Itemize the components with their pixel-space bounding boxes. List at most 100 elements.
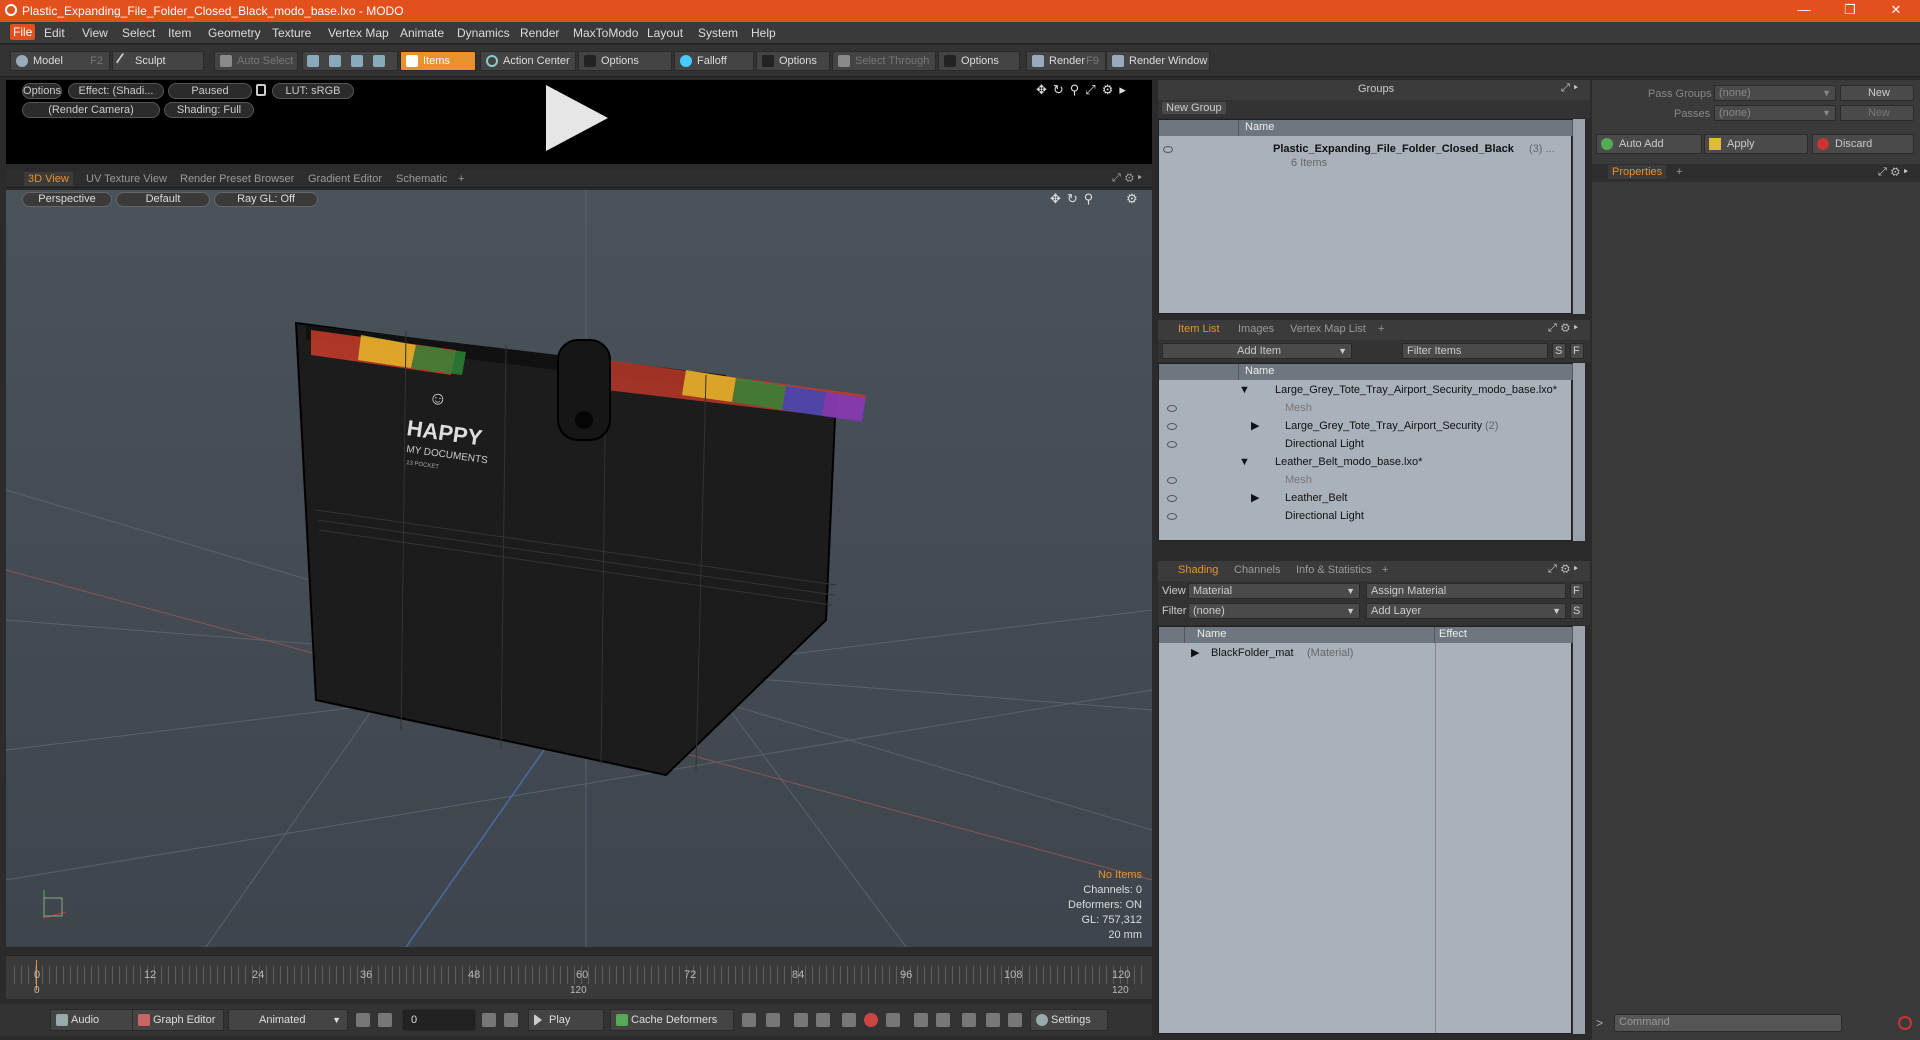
- menu-layout[interactable]: Layout: [647, 26, 683, 40]
- prev-frame-icon[interactable]: [378, 1013, 392, 1027]
- tab-schematic[interactable]: Schematic: [392, 172, 451, 186]
- close-icon[interactable]: ✕: [1876, 2, 1916, 20]
- tab-vertex-map-list[interactable]: Vertex Map List: [1286, 322, 1370, 336]
- tab-shading[interactable]: Shading: [1174, 563, 1223, 577]
- tab-images[interactable]: Images: [1234, 322, 1278, 336]
- chevron-right-icon[interactable]: ▶: [1191, 644, 1199, 662]
- settings-button[interactable]: Settings: [1030, 1009, 1108, 1031]
- camera-dropdown[interactable]: (Render Camera): [22, 102, 160, 118]
- add-tab-button[interactable]: +: [1672, 165, 1686, 179]
- add-item-dropdown[interactable]: Add Item ▼: [1162, 343, 1352, 359]
- item-row-tote[interactable]: ▶ Large_Grey_Tote_Tray_Airport_Security (2…: [1159, 417, 1571, 435]
- menu-maxtomodo[interactable]: MaxToModo: [573, 26, 638, 40]
- model-mode-button[interactable]: Model F2: [10, 51, 110, 71]
- item-row-light2[interactable]: Directional Light: [1159, 507, 1571, 525]
- play-icon[interactable]: [546, 85, 608, 151]
- preview-options-button[interactable]: Options: [22, 83, 62, 99]
- add-tab-button[interactable]: +: [454, 172, 468, 186]
- auto-key-icon[interactable]: [766, 1013, 780, 1027]
- edges-icon[interactable]: [329, 55, 341, 67]
- menu-help[interactable]: Help: [751, 26, 776, 40]
- eye-icon[interactable]: [1167, 423, 1177, 430]
- lock-icon[interactable]: [256, 84, 266, 96]
- chevron-down-icon[interactable]: ▼: [1239, 453, 1250, 471]
- record-icon[interactable]: [864, 1013, 878, 1027]
- material-row[interactable]: ▶ BlackFolder_mat (Material): [1159, 644, 1571, 662]
- next-frame-icon[interactable]: [482, 1013, 496, 1027]
- groups-scrollbar[interactable]: [1573, 119, 1585, 314]
- eye-icon[interactable]: [1167, 513, 1177, 520]
- vertices-icon[interactable]: [307, 55, 319, 67]
- eye-icon[interactable]: [1167, 495, 1177, 502]
- link-icon[interactable]: [986, 1013, 1000, 1027]
- falloff-options-button[interactable]: Options: [756, 51, 830, 71]
- auto-select-button[interactable]: Auto Select: [214, 51, 298, 71]
- item-row-mesh2[interactable]: Mesh: [1159, 471, 1571, 489]
- filter-items-input[interactable]: Filter Items: [1402, 343, 1548, 359]
- eye-icon[interactable]: [1167, 405, 1177, 412]
- sync-icon[interactable]: [962, 1013, 976, 1027]
- loop-icon[interactable]: [886, 1013, 900, 1027]
- new-group-button[interactable]: New Group: [1162, 102, 1226, 114]
- timeline[interactable]: 0 12 24 36 48 60 72 84 96 108 120 0 120 …: [6, 955, 1152, 999]
- groups-list[interactable]: Name Plastic_Expanding_File_Folder_Close…: [1158, 119, 1573, 314]
- menu-animate[interactable]: Animate: [400, 26, 444, 40]
- chevron-right-icon[interactable]: ▶: [1251, 489, 1259, 507]
- animated-dropdown[interactable]: Animated ▼: [228, 1009, 348, 1031]
- command-input[interactable]: Command: [1614, 1014, 1842, 1032]
- new-pass-button[interactable]: New: [1840, 105, 1914, 121]
- audio-button[interactable]: Audio: [50, 1009, 134, 1031]
- tab-item-list[interactable]: Item List: [1174, 322, 1224, 336]
- next-key-icon[interactable]: [816, 1013, 830, 1027]
- tab-gradient-editor[interactable]: Gradient Editor: [304, 172, 386, 186]
- properties-controls-icon[interactable]: ⤢⚙▸: [1878, 166, 1912, 179]
- menu-vertex-map[interactable]: Vertex Map: [328, 26, 389, 40]
- falloff-button[interactable]: Falloff: [674, 51, 754, 71]
- add-layer-dropdown[interactable]: Add Layer ▼: [1366, 603, 1566, 619]
- menu-texture[interactable]: Texture: [272, 26, 311, 40]
- play-button[interactable]: Play: [528, 1009, 604, 1031]
- itemlist-f-button[interactable]: F: [1570, 343, 1584, 359]
- render-window-button[interactable]: Render Window: [1106, 51, 1210, 71]
- eye-icon[interactable]: [1167, 477, 1177, 484]
- menu-view[interactable]: View: [82, 26, 108, 40]
- shading-s-button[interactable]: S: [1570, 603, 1584, 619]
- menu-geometry[interactable]: Geometry: [208, 26, 261, 40]
- menu-dynamics[interactable]: Dynamics: [457, 26, 510, 40]
- tab-channels[interactable]: Channels: [1230, 563, 1284, 577]
- last-frame-icon[interactable]: [504, 1013, 518, 1027]
- item-row-scene2[interactable]: ▼ Leather_Belt_modo_base.lxo*: [1159, 453, 1571, 471]
- shader-scrollbar[interactable]: [1573, 626, 1585, 1034]
- menu-system[interactable]: System: [698, 26, 738, 40]
- panel-controls-icon[interactable]: ⤢⚙▸: [1112, 172, 1146, 185]
- sculpt-mode-button[interactable]: Sculpt: [112, 51, 204, 71]
- add-tab-button[interactable]: +: [1378, 563, 1392, 577]
- select-through-button[interactable]: Select Through: [832, 51, 936, 71]
- groups-controls-icon[interactable]: ⤢▸: [1561, 82, 1582, 95]
- tab-uv-texture-view[interactable]: UV Texture View: [82, 172, 171, 186]
- materials-icon[interactable]: [373, 55, 385, 67]
- action-center-options-button[interactable]: Options: [578, 51, 672, 71]
- menu-render[interactable]: Render: [520, 26, 559, 40]
- key-icon[interactable]: [742, 1013, 756, 1027]
- shading-controls-icon[interactable]: ⤢⚙▸: [1548, 563, 1582, 576]
- tab-info-statistics[interactable]: Info & Statistics: [1292, 563, 1376, 577]
- eye-icon[interactable]: [1163, 146, 1173, 153]
- itemlist-s-button[interactable]: S: [1552, 343, 1566, 359]
- restore-icon[interactable]: ❐: [1830, 2, 1870, 20]
- items-mode-button[interactable]: Items: [400, 51, 476, 71]
- itemlist-controls-icon[interactable]: ⤢⚙▸: [1548, 322, 1582, 335]
- effect-dropdown[interactable]: Effect: (Shadi...: [68, 83, 164, 99]
- itemlist-scrollbar[interactable]: [1573, 363, 1585, 541]
- item-row-scene1[interactable]: ▼ Large_Grey_Tote_Tray_Airport_Security_m…: [1159, 381, 1571, 399]
- tab-3d-view[interactable]: 3D View: [24, 172, 73, 186]
- assign-material-button[interactable]: Assign Material: [1366, 583, 1566, 599]
- eye-icon[interactable]: [1167, 441, 1177, 448]
- preview-nav-icons[interactable]: ✥↻⚲⤢⚙▸: [1036, 82, 1132, 98]
- shading-f-button[interactable]: F: [1570, 583, 1584, 599]
- 3d-viewport[interactable]: Perspective Default Ray GL: Off ✥↻⚲ ⚙ HA…: [6, 190, 1152, 947]
- auto-add-button[interactable]: Auto Add: [1596, 134, 1702, 154]
- shader-tree[interactable]: Name Effect ▶ BlackFolder_mat (Material): [1158, 626, 1573, 1034]
- item-row-mesh[interactable]: Mesh: [1159, 399, 1571, 417]
- action-center-button[interactable]: Action Center: [480, 51, 576, 71]
